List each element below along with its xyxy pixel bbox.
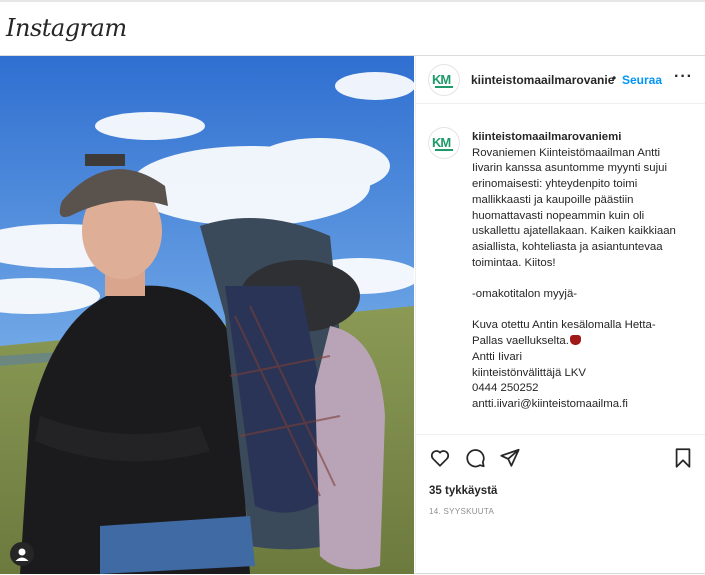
caption-line: 0444 250252 [472, 382, 539, 395]
share-icon[interactable] [499, 447, 521, 469]
caption-line: mallikkaasti ja kaupoille päästiin [472, 193, 634, 206]
instagram-logo[interactable]: Instagram [6, 14, 127, 42]
photo-scene [0, 56, 414, 574]
post-header: KM kiinteistomaailmarovanie • Seuraa ··· [416, 56, 705, 104]
caption-line: kiinteistönvälittäjä LKV [472, 366, 586, 379]
header-username[interactable]: kiinteistomaailmarovanie [471, 73, 614, 87]
caption-line: uskallettu ajatellakaan. Kaiken kaikkiaa… [472, 225, 676, 238]
heart-emoji-icon [569, 335, 581, 346]
follow-button[interactable]: Seuraa [622, 73, 662, 87]
top-bar: Instagram [0, 0, 705, 56]
bookmark-icon[interactable] [672, 447, 694, 469]
post-sidebar: KM kiinteistomaailmarovanie • Seuraa ···… [415, 56, 705, 574]
caption-avatar[interactable]: KM [428, 127, 460, 159]
post-actions: 35 tykkäystä 14. SYYSKUUTA [416, 434, 705, 574]
more-options-button[interactable]: ··· [674, 68, 693, 86]
header-separator: • [612, 71, 617, 85]
post-date[interactable]: 14. SYYSKUUTA [429, 507, 494, 516]
caption-line: -omakotitalon myyjä- [472, 288, 578, 301]
caption-line: Pallas vaellukselta. [472, 334, 702, 350]
post-photo[interactable] [0, 56, 414, 574]
caption-line: erinomaisesti: yhteydenpito toimi [472, 178, 638, 191]
caption-line: toimintaa. Kiitos! [472, 256, 556, 269]
heart-icon[interactable] [429, 447, 451, 469]
caption-line: asiallista, kohteliasta ja asiantuntevaa [472, 240, 663, 253]
caption-email[interactable]: antti.iivari@kiinteistomaailma.fi [472, 397, 702, 413]
tagged-people-icon[interactable] [10, 542, 34, 566]
post-card: KM kiinteistomaailmarovanie • Seuraa ···… [0, 56, 705, 574]
caption-line: huomattavasti nopeammin kuin oli [472, 209, 645, 222]
caption-line: Antti Iivari [472, 350, 523, 363]
caption-line: Iivarin kanssa asuntomme myynti sujui [472, 162, 667, 175]
avatar[interactable]: KM [428, 64, 460, 96]
caption-username[interactable]: kiinteistomaailmarovaniemi [472, 130, 702, 146]
like-count[interactable]: 35 tykkäystä [429, 485, 497, 497]
caption-line: Rovaniemen Kiinteistömaailman Antti [472, 146, 661, 159]
caption-line: Kuva otettu Antin kesälomalla Hetta- [472, 319, 656, 332]
comment-icon[interactable] [464, 447, 486, 469]
post-caption: kiinteistomaailmarovaniemi Rovaniemen Ki… [472, 130, 702, 413]
